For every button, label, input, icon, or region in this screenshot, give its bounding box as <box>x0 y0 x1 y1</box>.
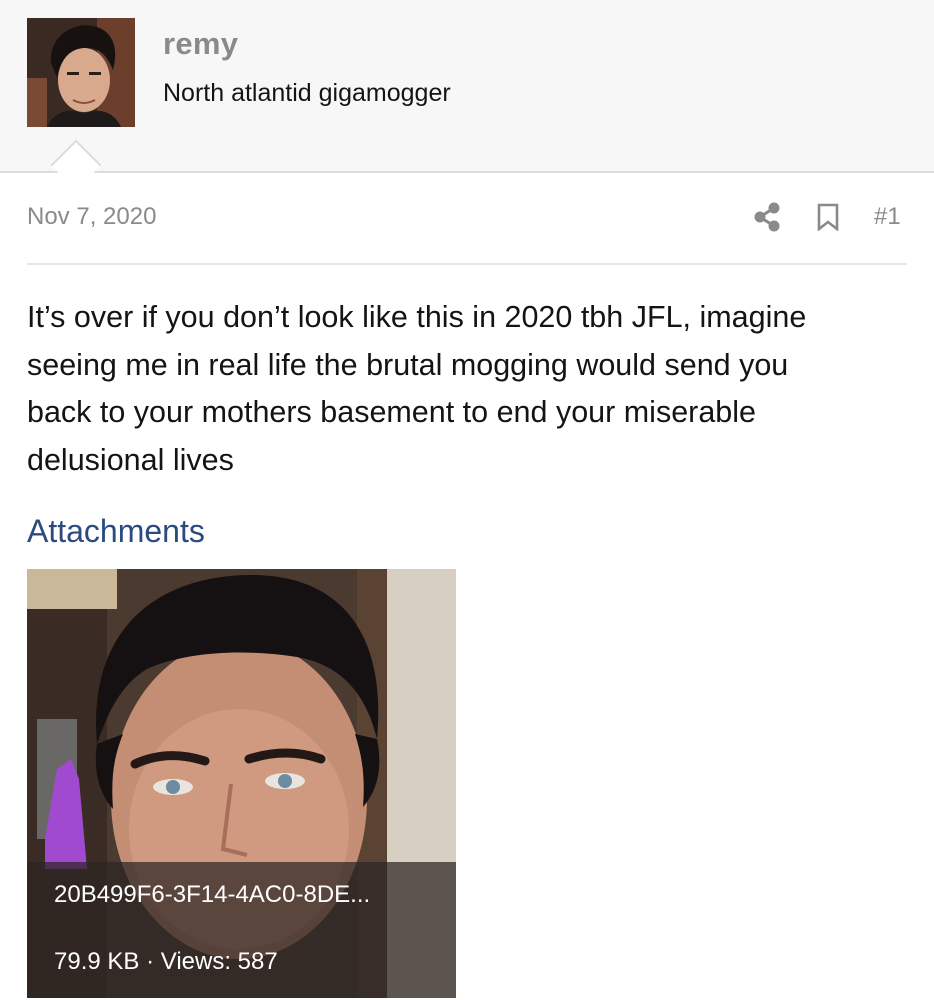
post-body: It’s over if you don’t look like this in… <box>27 294 912 484</box>
attachment-filename[interactable]: 20B499F6-3F14-4AC0-8DE... <box>54 881 370 909</box>
username[interactable]: remy <box>163 26 238 62</box>
attachment-caption: 20B499F6-3F14-4AC0-8DE... 79.9 KB · View… <box>27 862 456 998</box>
attachment-views: Views: 587 <box>160 948 278 975</box>
share-icon[interactable] <box>752 201 782 233</box>
user-title: North atlantid gigamogger <box>163 79 451 107</box>
avatar[interactable] <box>27 18 135 127</box>
post-body-line: delusional lives <box>27 442 234 477</box>
user-header: remy North atlantid gigamogger <box>0 0 934 173</box>
post-body-line: It’s over if you don’t look like this in… <box>27 300 807 334</box>
attachment-thumbnail[interactable]: 20B499F6-3F14-4AC0-8DE... 79.9 KB · View… <box>27 569 456 998</box>
attachments-heading: Attachments <box>27 513 205 549</box>
post-number[interactable]: #1 <box>874 203 901 231</box>
post-date[interactable]: Nov 7, 2020 <box>27 203 156 231</box>
bookmark-icon[interactable] <box>817 203 839 231</box>
divider <box>27 263 907 265</box>
attachment-separator: · <box>146 948 155 975</box>
avatar-photo <box>27 18 135 127</box>
attachment-meta: 79.9 KB · Views: 587 <box>54 948 278 976</box>
post-body-line: seeing me in real life the brutal moggin… <box>27 347 789 382</box>
post-body-line: back to your mothers basement to end you… <box>27 395 756 429</box>
attachment-size: 79.9 KB <box>54 948 140 975</box>
post-page: remy North atlantid gigamogger Nov 7, 20… <box>0 0 934 1000</box>
